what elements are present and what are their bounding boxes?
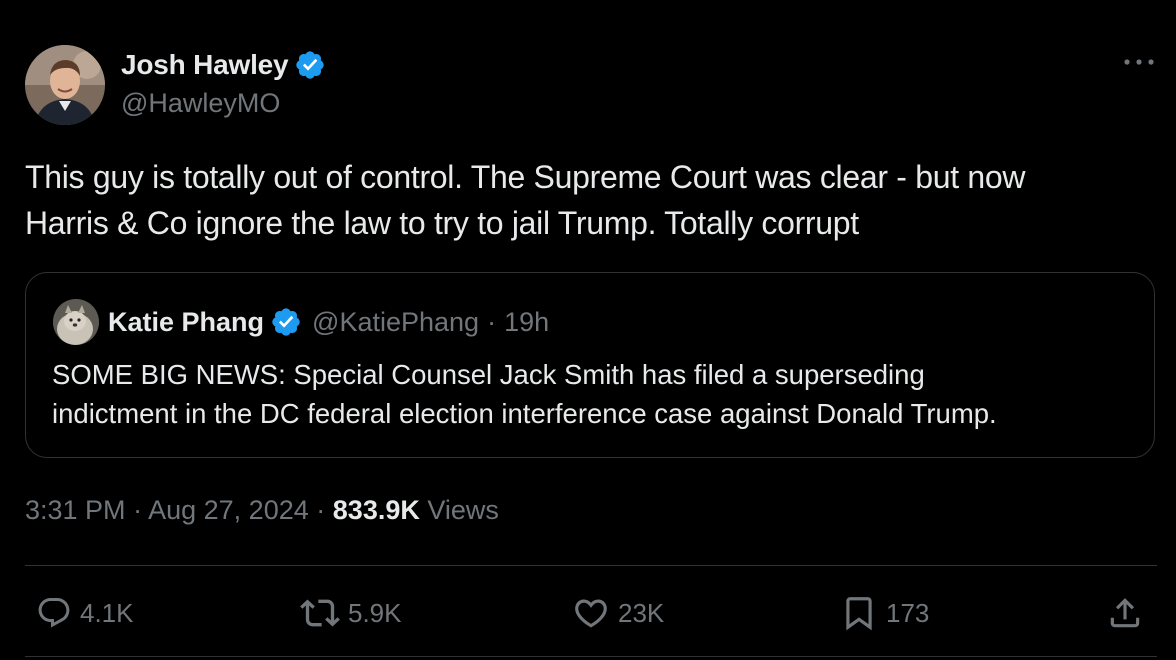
divider xyxy=(25,656,1157,657)
tweet-text-line: Harris & Co ignore the law to try to jai… xyxy=(25,205,859,241)
quoted-author-handle[interactable]: @KatiePhang xyxy=(312,307,479,338)
verified-badge-icon[interactable] xyxy=(270,306,302,338)
divider xyxy=(25,565,1157,566)
like-button[interactable]: 23K xyxy=(572,592,664,634)
bookmark-button[interactable]: 173 xyxy=(840,592,929,634)
like-count: 23K xyxy=(618,597,665,628)
tweet-text: This guy is totally out of control. The … xyxy=(25,154,1155,246)
tweet-meta: 3:31 PM · Aug 27, 2024 · 833.9K Views xyxy=(25,495,499,526)
bookmark-icon xyxy=(846,597,872,631)
tweet-text-line: This guy is totally out of control. The … xyxy=(25,159,1026,195)
share-icon xyxy=(1110,598,1140,628)
repost-icon xyxy=(300,599,340,627)
quoted-author-avatar[interactable] xyxy=(53,299,99,345)
quoted-author-name[interactable]: Katie Phang xyxy=(108,307,264,338)
tweet: Josh Hawley @HawleyMO This guy is totall… xyxy=(0,0,1176,660)
like-icon xyxy=(575,599,607,628)
author-name[interactable]: Josh Hawley xyxy=(121,49,289,81)
author-avatar[interactable] xyxy=(25,45,105,125)
reply-icon xyxy=(38,598,70,628)
tweet-time[interactable]: 3:31 PM xyxy=(25,495,126,525)
reply-button[interactable]: 4.1K xyxy=(36,592,134,634)
repost-count: 5.9K xyxy=(348,597,402,628)
author-photo xyxy=(25,45,105,125)
reply-count: 4.1K xyxy=(80,597,134,628)
views-count: 833.9K xyxy=(332,495,420,525)
bookmark-count: 173 xyxy=(886,597,930,628)
quoted-tweet-card[interactable]: Katie Phang @KatiePhang · 19h SOME BIG N… xyxy=(25,272,1155,458)
separator-dot: · xyxy=(133,495,143,525)
author-name-row: Josh Hawley xyxy=(121,46,326,84)
separator-dot: · xyxy=(487,306,497,337)
quoted-timestamp[interactable]: 19h xyxy=(504,307,549,338)
repost-button[interactable]: 5.9K xyxy=(300,592,402,634)
more-icon[interactable] xyxy=(1121,50,1157,74)
author-handle[interactable]: @HawleyMO xyxy=(121,88,280,119)
separator-dot: · xyxy=(316,495,326,525)
verified-badge-icon[interactable] xyxy=(294,49,326,81)
views-label: Views xyxy=(427,495,499,525)
quoted-author-photo xyxy=(53,299,99,345)
quoted-text-line: indictment in the DC federal election in… xyxy=(52,398,997,429)
tweet-date[interactable]: Aug 27, 2024 xyxy=(148,495,309,525)
quoted-text: SOME BIG NEWS: Special Counsel Jack Smit… xyxy=(52,355,1137,433)
share-button[interactable] xyxy=(1106,592,1144,634)
quoted-header: Katie Phang @KatiePhang · 19h xyxy=(108,304,549,340)
quoted-text-line: SOME BIG NEWS: Special Counsel Jack Smit… xyxy=(52,359,925,390)
